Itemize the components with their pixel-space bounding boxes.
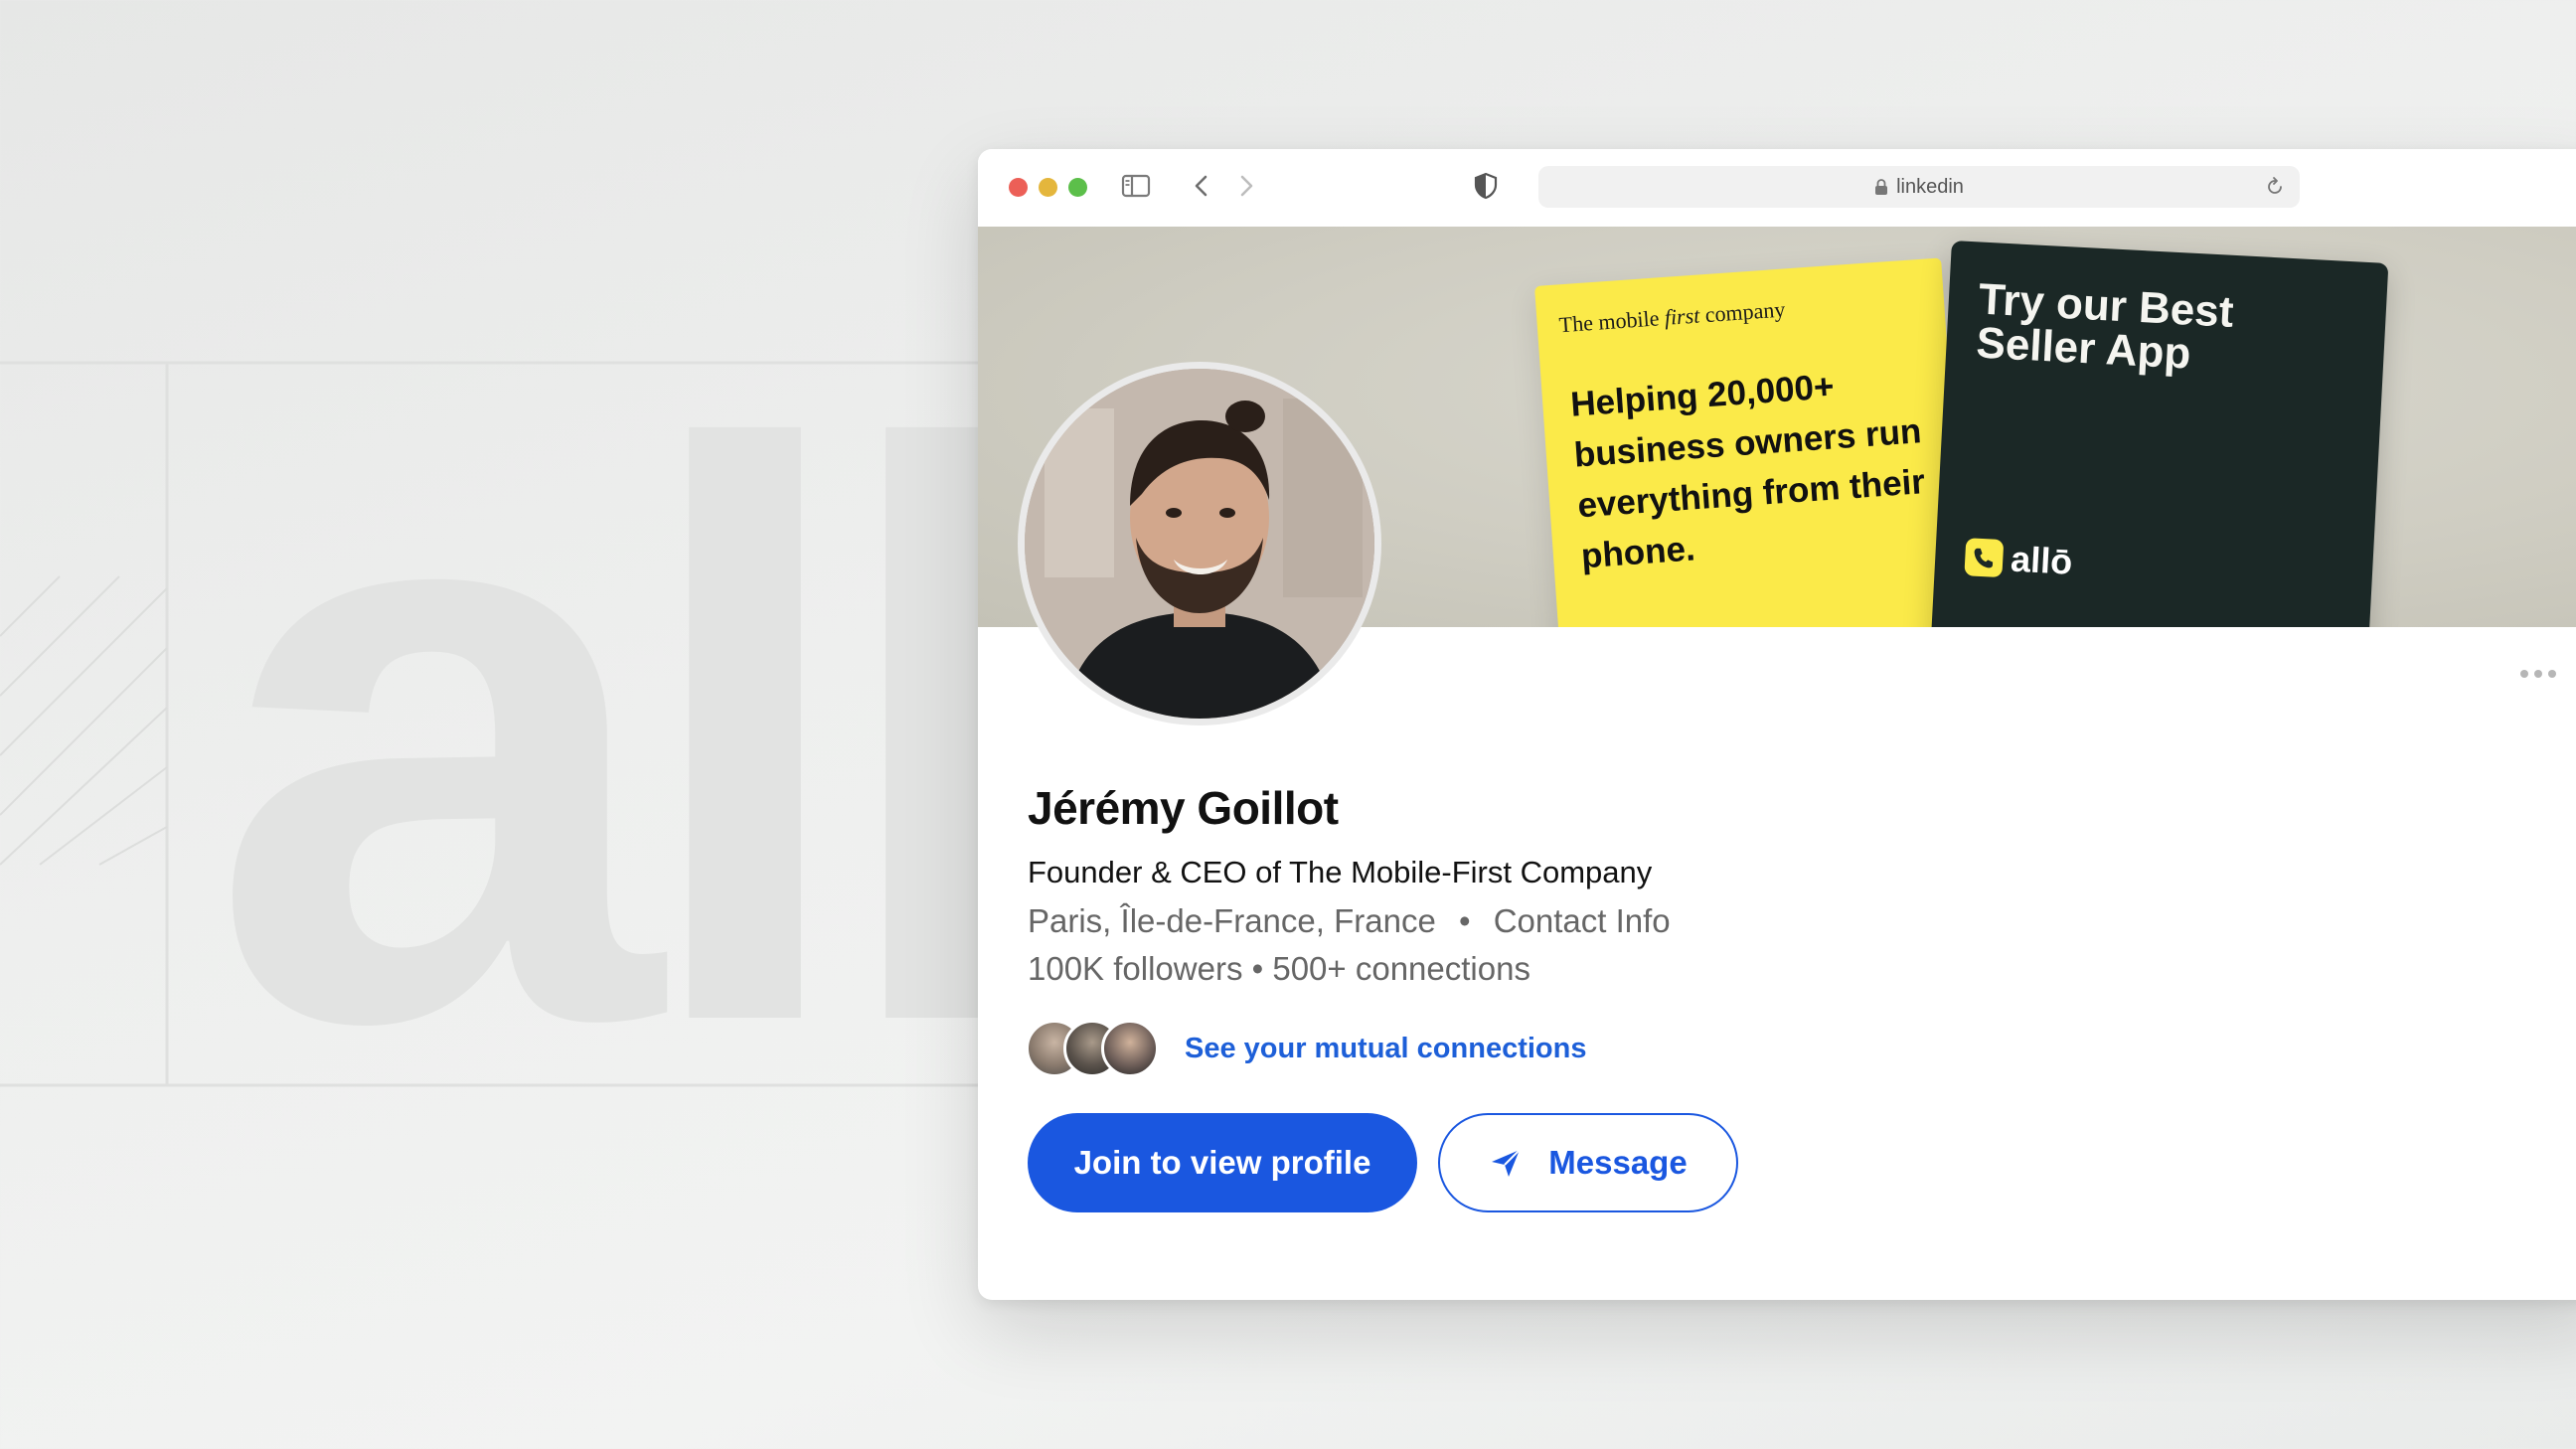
- browser-window: linkedin The mobile first company Helpin…: [978, 149, 2576, 1300]
- close-window-button[interactable]: [1009, 178, 1028, 197]
- separator-dot: •: [1458, 902, 1471, 939]
- lock-icon: [1875, 179, 1888, 195]
- profile-stats: 100K followers • 500+ connections: [1028, 950, 1530, 987]
- url-text: linkedin: [1896, 175, 1964, 198]
- dark-promo-card: Try our Best Seller App allō: [1928, 241, 2389, 627]
- more-dot-icon: [2520, 670, 2528, 678]
- more-options-button[interactable]: [2520, 670, 2556, 678]
- allo-brand: allō: [1964, 536, 2073, 583]
- minimize-window-button[interactable]: [1039, 178, 1057, 197]
- yellow-card-tagline: The mobile first company: [1557, 296, 1787, 338]
- profile-avatar[interactable]: [1018, 362, 1381, 725]
- yellow-card-headline: Helping 20,000+ business owners run ever…: [1569, 367, 1927, 576]
- reload-icon[interactable]: [2264, 176, 2286, 198]
- dark-card-title: Try our Best Seller App: [1975, 274, 2235, 379]
- message-button[interactable]: Message: [1438, 1113, 1738, 1212]
- sidebar-toggle-icon[interactable]: [1121, 171, 1151, 201]
- browser-toolbar: linkedin: [978, 149, 2576, 228]
- mutual-avatar: [1101, 1020, 1159, 1077]
- allo-logo-icon: [1964, 538, 2005, 578]
- more-dot-icon: [2548, 670, 2556, 678]
- mutual-connections[interactable]: See your mutual connections: [1026, 1020, 1586, 1077]
- back-icon[interactable]: [1187, 171, 1216, 201]
- maximize-window-button[interactable]: [1068, 178, 1087, 197]
- allo-brand-text: allō: [2010, 538, 2074, 582]
- send-icon: [1489, 1146, 1523, 1180]
- background-logo: all: [209, 280, 1055, 1191]
- profile-location: Paris, Île-de-France, France: [1028, 902, 1436, 939]
- address-bar[interactable]: linkedin: [1538, 166, 2300, 208]
- join-to-view-profile-button[interactable]: Join to view profile: [1028, 1113, 1417, 1212]
- profile-name: Jérémy Goillot: [1028, 782, 1339, 834]
- mutual-connections-link[interactable]: See your mutual connections: [1185, 1033, 1586, 1065]
- message-button-label: Message: [1548, 1144, 1688, 1181]
- profile-headline: Founder & CEO of The Mobile-First Compan…: [1028, 855, 1653, 889]
- contact-info-link[interactable]: Contact Info: [1494, 902, 1671, 939]
- yellow-promo-card: The mobile first company Helping 20,000+…: [1534, 257, 1971, 627]
- profile-location-line: Paris, Île-de-France, France • Contact I…: [1028, 902, 1671, 940]
- forward-icon[interactable]: [1231, 171, 1261, 201]
- profile-photo: [1025, 369, 1374, 719]
- more-dot-icon: [2534, 670, 2542, 678]
- privacy-shield-icon[interactable]: [1471, 171, 1501, 201]
